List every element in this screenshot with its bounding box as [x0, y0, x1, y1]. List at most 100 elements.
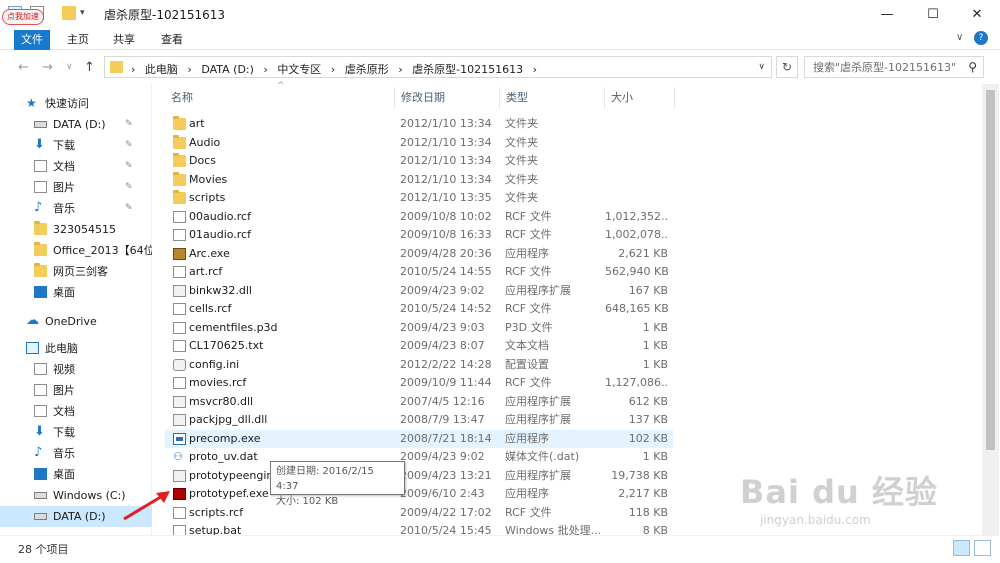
expand-ribbon-icon[interactable]: ∨ [956, 32, 963, 43]
file-row[interactable]: 01audio.rcf 2009/10/8 16:33 RCF 文件 1,002,07… [165, 226, 673, 244]
file-row[interactable]: scripts 2012/1/10 13:35 文件夹 [165, 189, 673, 207]
file-date: 2009/4/23 9:02 [400, 450, 485, 463]
nav-item[interactable]: 323054515 [0, 219, 152, 240]
file-type: 文件夹 [505, 191, 538, 204]
nav-item[interactable]: 网页三剑客 [0, 261, 152, 282]
nav-item[interactable]: 图片 [0, 380, 152, 401]
nav-item-label: 视频 [53, 363, 75, 376]
nav-item-label: Office_2013【64位 [53, 244, 152, 257]
status-bar: 28 个项目 [0, 535, 1000, 563]
file-row[interactable]: scripts.rcf 2009/4/22 17:02 RCF 文件 118 KB [165, 504, 673, 522]
search-input[interactable] [813, 60, 961, 75]
breadcrumb-this-pc[interactable]: 此电脑 [145, 63, 178, 76]
nav-item[interactable]: 文档 [0, 401, 152, 422]
file-icon [173, 377, 186, 389]
file-row[interactable]: movies.rcf 2009/10/9 11:44 RCF 文件 1,127,086… [165, 374, 673, 392]
nav-item[interactable]: Office_2013【64位 [0, 240, 152, 261]
file-row[interactable]: art 2012/1/10 13:34 文件夹 [165, 115, 673, 133]
file-row[interactable]: Arc.exe 2009/4/28 20:36 应用程序 2,621 KB [165, 245, 673, 263]
nav-item[interactable]: DATA (D:) ✎ [0, 114, 152, 135]
folder-icon [173, 190, 186, 204]
recent-locations-icon[interactable]: ∨ [66, 62, 73, 72]
folder-icon [34, 263, 47, 277]
column-header-date[interactable]: 修改日期 [395, 87, 500, 109]
tab-file[interactable]: 文件 [14, 30, 50, 50]
tab-view[interactable]: 查看 [154, 30, 190, 50]
breadcrumb-current-folder[interactable]: 虐杀原型-102151613 [412, 63, 523, 76]
file-type: 配置设置 [505, 357, 549, 371]
pin-icon: ✎ [125, 161, 133, 171]
minimize-button[interactable]: — [864, 0, 910, 28]
nav-item[interactable]: 文档 ✎ [0, 156, 152, 177]
file-row[interactable]: 00audio.rcf 2009/10/8 10:02 RCF 文件 1,012,35… [165, 208, 673, 226]
speed-badge[interactable]: 点我加速 [2, 9, 44, 25]
media-file-icon: ⚇ [173, 450, 183, 463]
music-icon: ♪ [34, 445, 43, 460]
file-row[interactable]: Audio 2012/1/10 13:34 文件夹 [165, 134, 673, 152]
new-folder-icon[interactable] [62, 6, 76, 20]
nav-item[interactable]: ☁ OneDrive [0, 311, 152, 332]
search-icon[interactable]: ⚲ [968, 60, 977, 74]
nav-item[interactable]: 桌面 [0, 282, 152, 303]
vertical-scrollbar[interactable] [982, 84, 999, 535]
breadcrumb-chinese-zone[interactable]: 中文专区 [277, 63, 321, 76]
details-view-button[interactable] [953, 540, 970, 556]
nav-item[interactable]: 此电脑 [0, 338, 152, 359]
column-header-type[interactable]: 类型 [500, 87, 605, 109]
close-button[interactable]: ✕ [954, 0, 1000, 28]
file-row[interactable]: msvcr80.dll 2007/4/5 12:16 应用程序扩展 612 KB [165, 393, 673, 411]
customize-quick-access-icon[interactable]: ▾ [80, 8, 94, 22]
file-row[interactable]: packjpg_dll.dll 2008/7/9 13:47 应用程序扩展 137 K… [165, 411, 673, 429]
help-icon[interactable]: ? [974, 31, 988, 45]
back-icon[interactable]: ← [18, 60, 29, 75]
file-row[interactable]: cementfiles.p3d 2009/4/23 9:03 P3D 文件 1 KB [165, 319, 673, 337]
pin-icon: ✎ [125, 119, 133, 129]
scrollbar-thumb[interactable] [986, 90, 995, 450]
nav-item[interactable]: ♪ 音乐 ✎ [0, 198, 152, 219]
file-row[interactable]: Docs 2012/1/10 13:34 文件夹 [165, 152, 673, 170]
address-dropdown-icon[interactable]: ∨ [758, 62, 765, 72]
breadcrumb-prototype[interactable]: 虐杀原形 [345, 63, 389, 76]
file-row[interactable]: config.ini 2012/2/22 14:28 配置设置 1 KB [165, 356, 673, 374]
breadcrumb-data-drive[interactable]: DATA (D:) [201, 63, 254, 76]
nav-item[interactable]: ★ 快速访问 [0, 93, 152, 114]
up-icon[interactable]: ↑ [84, 60, 95, 75]
file-name: 01audio.rcf [189, 228, 251, 241]
file-type: 文件夹 [505, 135, 538, 149]
tab-home[interactable]: 主页 [60, 30, 96, 50]
forward-icon[interactable]: → [42, 60, 53, 75]
refresh-button[interactable]: ↻ [776, 56, 798, 78]
file-row[interactable]: binkw32.dll 2009/4/23 9:02 应用程序扩展 167 KB [165, 282, 673, 300]
file-row[interactable]: ⚇ proto_uv.dat 2009/4/23 9:02 媒体文件(.dat) 1 K… [165, 448, 673, 466]
file-row[interactable]: prototypef.exe 2009/6/10 2:43 应用程序 2,217 KB [165, 485, 673, 503]
file-row[interactable]: Movies 2012/1/10 13:34 文件夹 [165, 171, 673, 189]
address-bar[interactable]: › 此电脑 › DATA (D:) › 中文专区 › 虐杀原形 › 虐杀原型-1… [104, 56, 772, 78]
file-row[interactable]: CL170625.txt 2009/4/23 8:07 文本文档 1 KB [165, 337, 673, 355]
file-date: 2009/4/23 9:03 [400, 320, 485, 334]
file-row[interactable]: cells.rcf 2010/5/24 14:52 RCF 文件 648,165 KB [165, 300, 673, 318]
column-header-size[interactable]: 大小 [605, 87, 675, 109]
nav-item[interactable]: 图片 ✎ [0, 177, 152, 198]
file-type: RCF 文件 [505, 228, 552, 241]
nav-item[interactable]: 视频 [0, 359, 152, 380]
folder-icon [173, 153, 186, 167]
tab-share[interactable]: 共享 [106, 30, 142, 50]
nav-item[interactable]: ⬇ 下载 [0, 422, 152, 443]
file-size: 648,165 KB [605, 302, 668, 315]
file-name: art [189, 117, 205, 130]
file-row[interactable]: precomp.exe 2008/7/21 18:14 应用程序 102 KB [165, 429, 673, 448]
folder-icon [34, 242, 47, 256]
config-icon [173, 358, 186, 371]
file-row[interactable]: prototypeengine.dll 2009/4/23 13:21 应用程序扩展… [165, 467, 673, 485]
file-date: 2012/1/10 13:34 [400, 172, 492, 186]
search-box[interactable]: ⚲ [804, 56, 984, 78]
large-icons-view-button[interactable] [974, 540, 991, 556]
nav-item[interactable]: 桌面 [0, 464, 152, 485]
file-type: 应用程序 [505, 246, 549, 260]
nav-item-label: 音乐 [53, 447, 75, 460]
file-row[interactable]: art.rcf 2010/5/24 14:55 RCF 文件 562,940 KB [165, 263, 673, 281]
nav-item[interactable]: ⬇ 下载 ✎ [0, 135, 152, 156]
nav-item[interactable]: ♪ 音乐 [0, 443, 152, 464]
maximize-button[interactable]: ☐ [910, 0, 956, 28]
column-header-name[interactable]: 名称 [165, 87, 395, 109]
